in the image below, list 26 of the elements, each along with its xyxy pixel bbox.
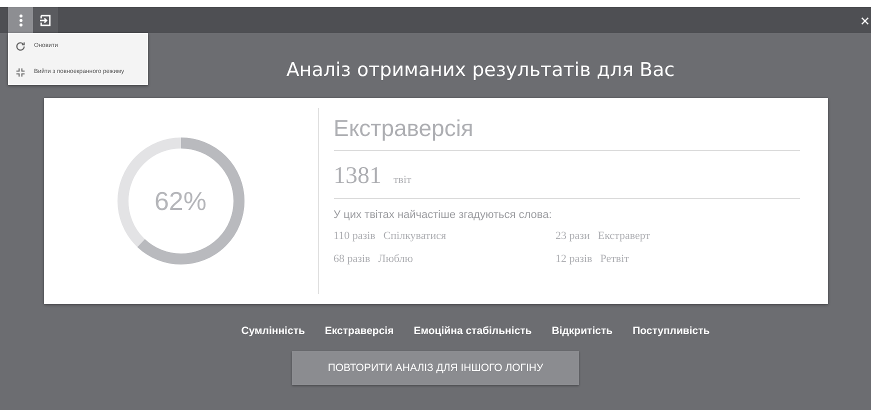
repeat-analysis-button[interactable]: ПОВТОРИТИ АНАЛІЗ ДЛЯ ІНШОГО ЛОГІНУ	[292, 351, 579, 385]
word-frequency: 110 разів	[334, 230, 376, 242]
word-frequency: 68 разів	[334, 253, 370, 265]
menu-button[interactable]	[8, 7, 33, 33]
count-unit: твіт	[394, 174, 412, 186]
more-vertical-icon	[18, 14, 22, 26]
trait-link[interactable]: Екстраверсія	[324, 325, 394, 337]
exit-fullscreen-icon	[15, 66, 26, 78]
word-text: Люблю	[378, 253, 413, 265]
page-title: Аналіз отриманих результатів для Вас	[286, 59, 675, 81]
trait-link[interactable]: Відкритість	[552, 325, 613, 337]
word-text: Ретвіт	[600, 253, 629, 265]
word-text: Спілкуватися	[383, 230, 446, 242]
exit-button[interactable]	[33, 7, 58, 33]
refresh-icon	[15, 40, 26, 52]
word-text: Екстраверт	[598, 230, 650, 242]
trait-link[interactable]: Поступливість	[632, 325, 710, 337]
word-frequency: 23 рази	[556, 230, 590, 242]
word-frequency: 12 разів	[556, 253, 592, 265]
trait-title: Екстраверсія	[334, 108, 800, 151]
exit-icon	[39, 14, 52, 26]
words-heading: У цих твітах найчастіше згадуються слова:	[334, 209, 553, 221]
trait-link[interactable]: Сумлінність	[241, 325, 305, 337]
percent-value: 62%	[154, 186, 207, 216]
tweet-count: 1381	[334, 163, 382, 190]
trait-link[interactable]: Емоційна стабільність	[414, 325, 532, 337]
